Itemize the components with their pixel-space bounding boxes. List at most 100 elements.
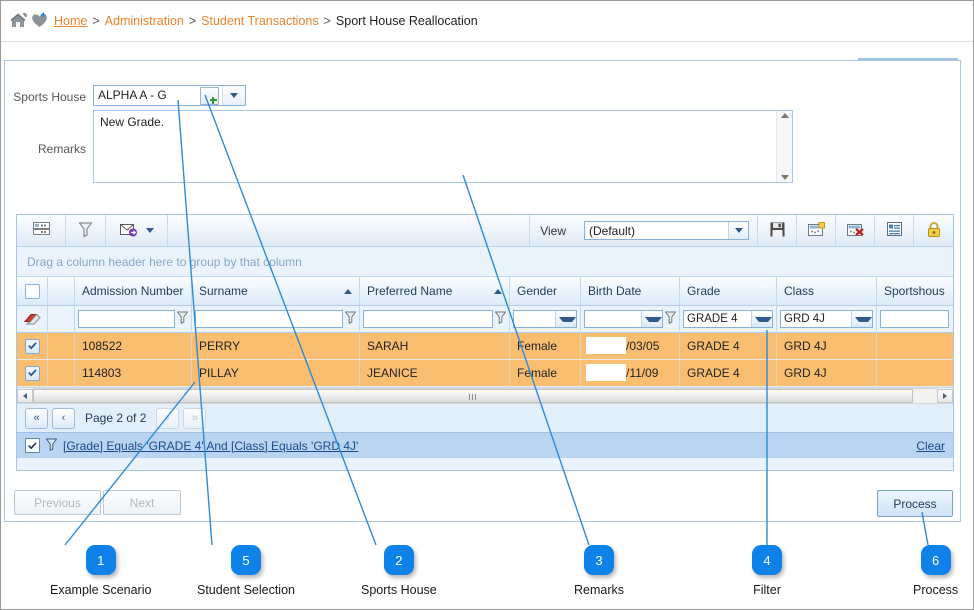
breadcrumb-item-student-transactions[interactable]: Student Transactions: [201, 14, 318, 28]
filter-funnel-icon[interactable]: [664, 311, 677, 327]
chevron-down-icon[interactable]: [751, 311, 772, 327]
cell-sportshouse[interactable]: [877, 360, 952, 386]
row-checkbox[interactable]: [24, 338, 40, 354]
filter-funnel-icon[interactable]: [344, 311, 357, 327]
chevron-down-icon[interactable]: [555, 311, 576, 327]
cell-surname[interactable]: PILLAY: [192, 360, 360, 386]
cell-admission-number[interactable]: 114803: [75, 360, 192, 386]
sports-house-dropdown-button[interactable]: [222, 86, 245, 105]
filter-input[interactable]: [880, 310, 949, 328]
pager-previous-button[interactable]: ‹: [52, 407, 75, 429]
header-preferred-name[interactable]: Preferred Name: [360, 277, 510, 305]
filter-birth-date[interactable]: [581, 306, 680, 332]
heart-icon[interactable]: [31, 12, 48, 31]
cell-birth-date[interactable]: /03/05: [581, 333, 680, 359]
view-select-value[interactable]: (Default): [585, 224, 728, 238]
filter-select[interactable]: GRADE 4: [683, 310, 773, 328]
group-panel[interactable]: Drag a column header here to group by th…: [17, 247, 953, 277]
filter-surname[interactable]: [192, 306, 360, 332]
filter-preferred-name[interactable]: [360, 306, 510, 332]
remarks-value[interactable]: New Grade.: [94, 111, 776, 182]
grid-horizontal-scrollbar[interactable]: [17, 387, 953, 404]
chevron-down-icon[interactable]: [145, 228, 154, 233]
export-button[interactable]: [106, 215, 168, 246]
remarks-scrollbar[interactable]: [776, 111, 792, 182]
sports-house-new-item-button[interactable]: [197, 86, 222, 105]
table-row[interactable]: 114803 PILLAY JEANICE Female /11/09 GRAD…: [17, 360, 953, 387]
cell-preferred-name[interactable]: SARAH: [360, 333, 510, 359]
scroll-right-button[interactable]: [937, 388, 953, 403]
cell-admission-number[interactable]: 108522: [75, 333, 192, 359]
filter-admission-number[interactable]: [75, 306, 192, 332]
header-birth-date[interactable]: Birth Date: [581, 277, 680, 305]
scroll-thumb[interactable]: [33, 388, 913, 403]
header-gender[interactable]: Gender: [510, 277, 581, 305]
lock-button[interactable]: [914, 215, 953, 246]
row-checkbox[interactable]: [24, 365, 40, 381]
cell-surname[interactable]: PERRY: [192, 333, 360, 359]
remarks-textarea[interactable]: New Grade.: [93, 110, 793, 183]
chevron-down-icon[interactable]: [851, 311, 872, 327]
view-select-dropdown-button[interactable]: [728, 222, 748, 239]
row-select-cell[interactable]: [17, 360, 48, 386]
filter-input[interactable]: [78, 310, 175, 328]
header-grade[interactable]: Grade: [680, 277, 777, 305]
save-view-button[interactable]: [758, 215, 797, 246]
header-class[interactable]: Class: [777, 277, 877, 305]
filter-enabled-checkbox[interactable]: [25, 438, 40, 453]
filter-sportshouse[interactable]: [877, 306, 952, 332]
filter-input[interactable]: [363, 310, 493, 328]
cell-birth-date[interactable]: /11/09: [581, 360, 680, 386]
header-sportshouse[interactable]: Sportshous: [877, 277, 952, 305]
pager-first-button[interactable]: «: [25, 407, 48, 429]
scroll-left-button[interactable]: [17, 388, 33, 403]
cell-grade[interactable]: GRADE 4: [680, 360, 777, 386]
scroll-down-icon[interactable]: [780, 175, 789, 180]
table-row[interactable]: 108522 PERRY SARAH Female /03/05 GRADE 4…: [17, 333, 953, 360]
header-admission-number[interactable]: Admission Number: [75, 277, 192, 305]
home-icon[interactable]: [10, 12, 28, 31]
add-view-button[interactable]: [797, 215, 836, 246]
filter-clear-cell[interactable]: [17, 306, 48, 332]
cell-grade[interactable]: GRADE 4: [680, 333, 777, 359]
cell-class[interactable]: GRD 4J: [777, 333, 877, 359]
cell-gender[interactable]: Female: [510, 333, 581, 359]
chevron-down-icon[interactable]: [641, 311, 662, 327]
header-select-all[interactable]: [17, 277, 48, 305]
filter-value[interactable]: GRADE 4: [684, 313, 751, 325]
filter-gender[interactable]: [510, 306, 581, 332]
filter-class[interactable]: GRD 4J: [777, 306, 877, 332]
cell-class[interactable]: GRD 4J: [777, 360, 877, 386]
eraser-icon[interactable]: [23, 311, 41, 328]
filter-grade[interactable]: GRADE 4: [680, 306, 777, 332]
sports-house-combobox[interactable]: ALPHA A - G: [93, 85, 246, 106]
column-chooser-button[interactable]: [17, 215, 66, 246]
scroll-track[interactable]: [33, 387, 937, 404]
grid-filter-button[interactable]: [66, 215, 106, 246]
breadcrumb-home-link[interactable]: Home: [54, 14, 87, 28]
cell-preferred-name[interactable]: JEANICE: [360, 360, 510, 386]
pager-page-text: Page 2 of 2: [85, 411, 147, 425]
filter-funnel-icon[interactable]: [45, 438, 58, 454]
filter-funnel-icon[interactable]: [176, 311, 189, 327]
filter-value[interactable]: GRD 4J: [781, 313, 851, 325]
filter-select[interactable]: [513, 310, 577, 328]
sports-house-value[interactable]: ALPHA A - G: [94, 86, 197, 105]
process-button[interactable]: Process: [877, 490, 953, 517]
header-surname[interactable]: Surname: [192, 277, 360, 305]
filter-expression-link[interactable]: [Grade] Equals 'GRADE 4' And [Class] Equ…: [63, 439, 910, 453]
view-select[interactable]: (Default): [584, 221, 749, 240]
filter-input[interactable]: [195, 310, 343, 328]
filter-clear-link[interactable]: Clear: [916, 439, 945, 453]
filter-funnel-icon[interactable]: [494, 311, 507, 327]
delete-view-button[interactable]: [836, 215, 875, 246]
cell-gender[interactable]: Female: [510, 360, 581, 386]
filter-select[interactable]: GRD 4J: [780, 310, 873, 328]
breadcrumb-item-administration[interactable]: Administration: [105, 14, 184, 28]
select-all-checkbox[interactable]: [24, 283, 40, 299]
filter-date-select[interactable]: [584, 310, 663, 328]
row-select-cell[interactable]: [17, 333, 48, 359]
detail-view-button[interactable]: [875, 215, 914, 246]
scroll-up-icon[interactable]: [780, 113, 789, 118]
cell-sportshouse[interactable]: [877, 333, 952, 359]
